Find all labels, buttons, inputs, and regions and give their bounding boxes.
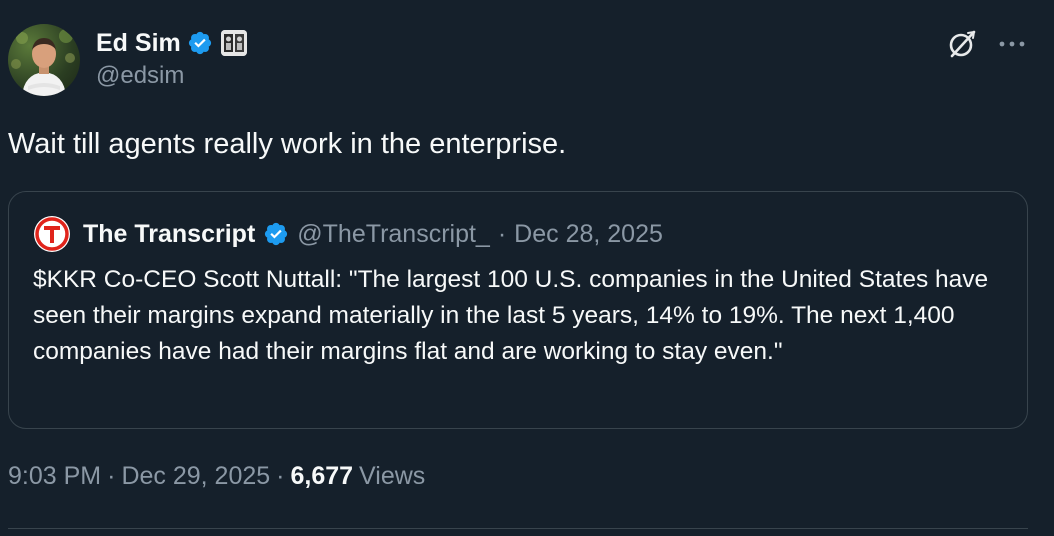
grok-icon[interactable] — [944, 26, 980, 62]
quoted-separator: · — [497, 219, 507, 248]
quoted-tweet[interactable]: The Transcript @TheTranscript_ · Dec 28,… — [8, 191, 1028, 429]
quoted-tweet-text: $KKR Co-CEO Scott Nuttall: "The largest … — [33, 266, 989, 365]
quoted-author-avatar[interactable] — [33, 215, 71, 253]
author-name-row: Ed Sim — [96, 26, 247, 60]
tweet: Ed Sim @edsim Wait till agents really wo… — [0, 0, 1054, 536]
author-handle[interactable]: @edsim — [96, 62, 184, 90]
affiliation-badge-icon[interactable] — [220, 30, 247, 56]
views-count: 6,677 — [290, 462, 354, 490]
quoted-tweet-header: The Transcript @TheTranscript_ · Dec 28,… — [33, 214, 663, 254]
meta-separator-2: · — [276, 462, 285, 490]
quoted-author-name[interactable]: The Transcript — [83, 220, 255, 249]
tweet-meta: 9:03 PM · Dec 29, 2025 · 6,677 Views — [8, 462, 425, 491]
author-avatar[interactable] — [8, 24, 80, 96]
more-icon[interactable] — [996, 32, 1028, 56]
meta-separator: · — [107, 462, 116, 490]
quoted-verified-badge-icon — [263, 221, 289, 247]
tweet-date[interactable]: Dec 29, 2025 — [121, 462, 270, 491]
author-display-name[interactable]: Ed Sim — [96, 29, 181, 58]
quoted-tweet-date[interactable]: Dec 28, 2025 — [514, 220, 663, 249]
tweet-time[interactable]: 9:03 PM — [8, 462, 101, 491]
views-label: Views — [359, 462, 426, 490]
quoted-author-handle[interactable]: @TheTranscript_ — [297, 220, 490, 249]
divider — [8, 528, 1028, 529]
verified-badge-icon[interactable] — [187, 30, 213, 56]
tweet-text: Wait till agents really work in the ente… — [8, 128, 567, 160]
